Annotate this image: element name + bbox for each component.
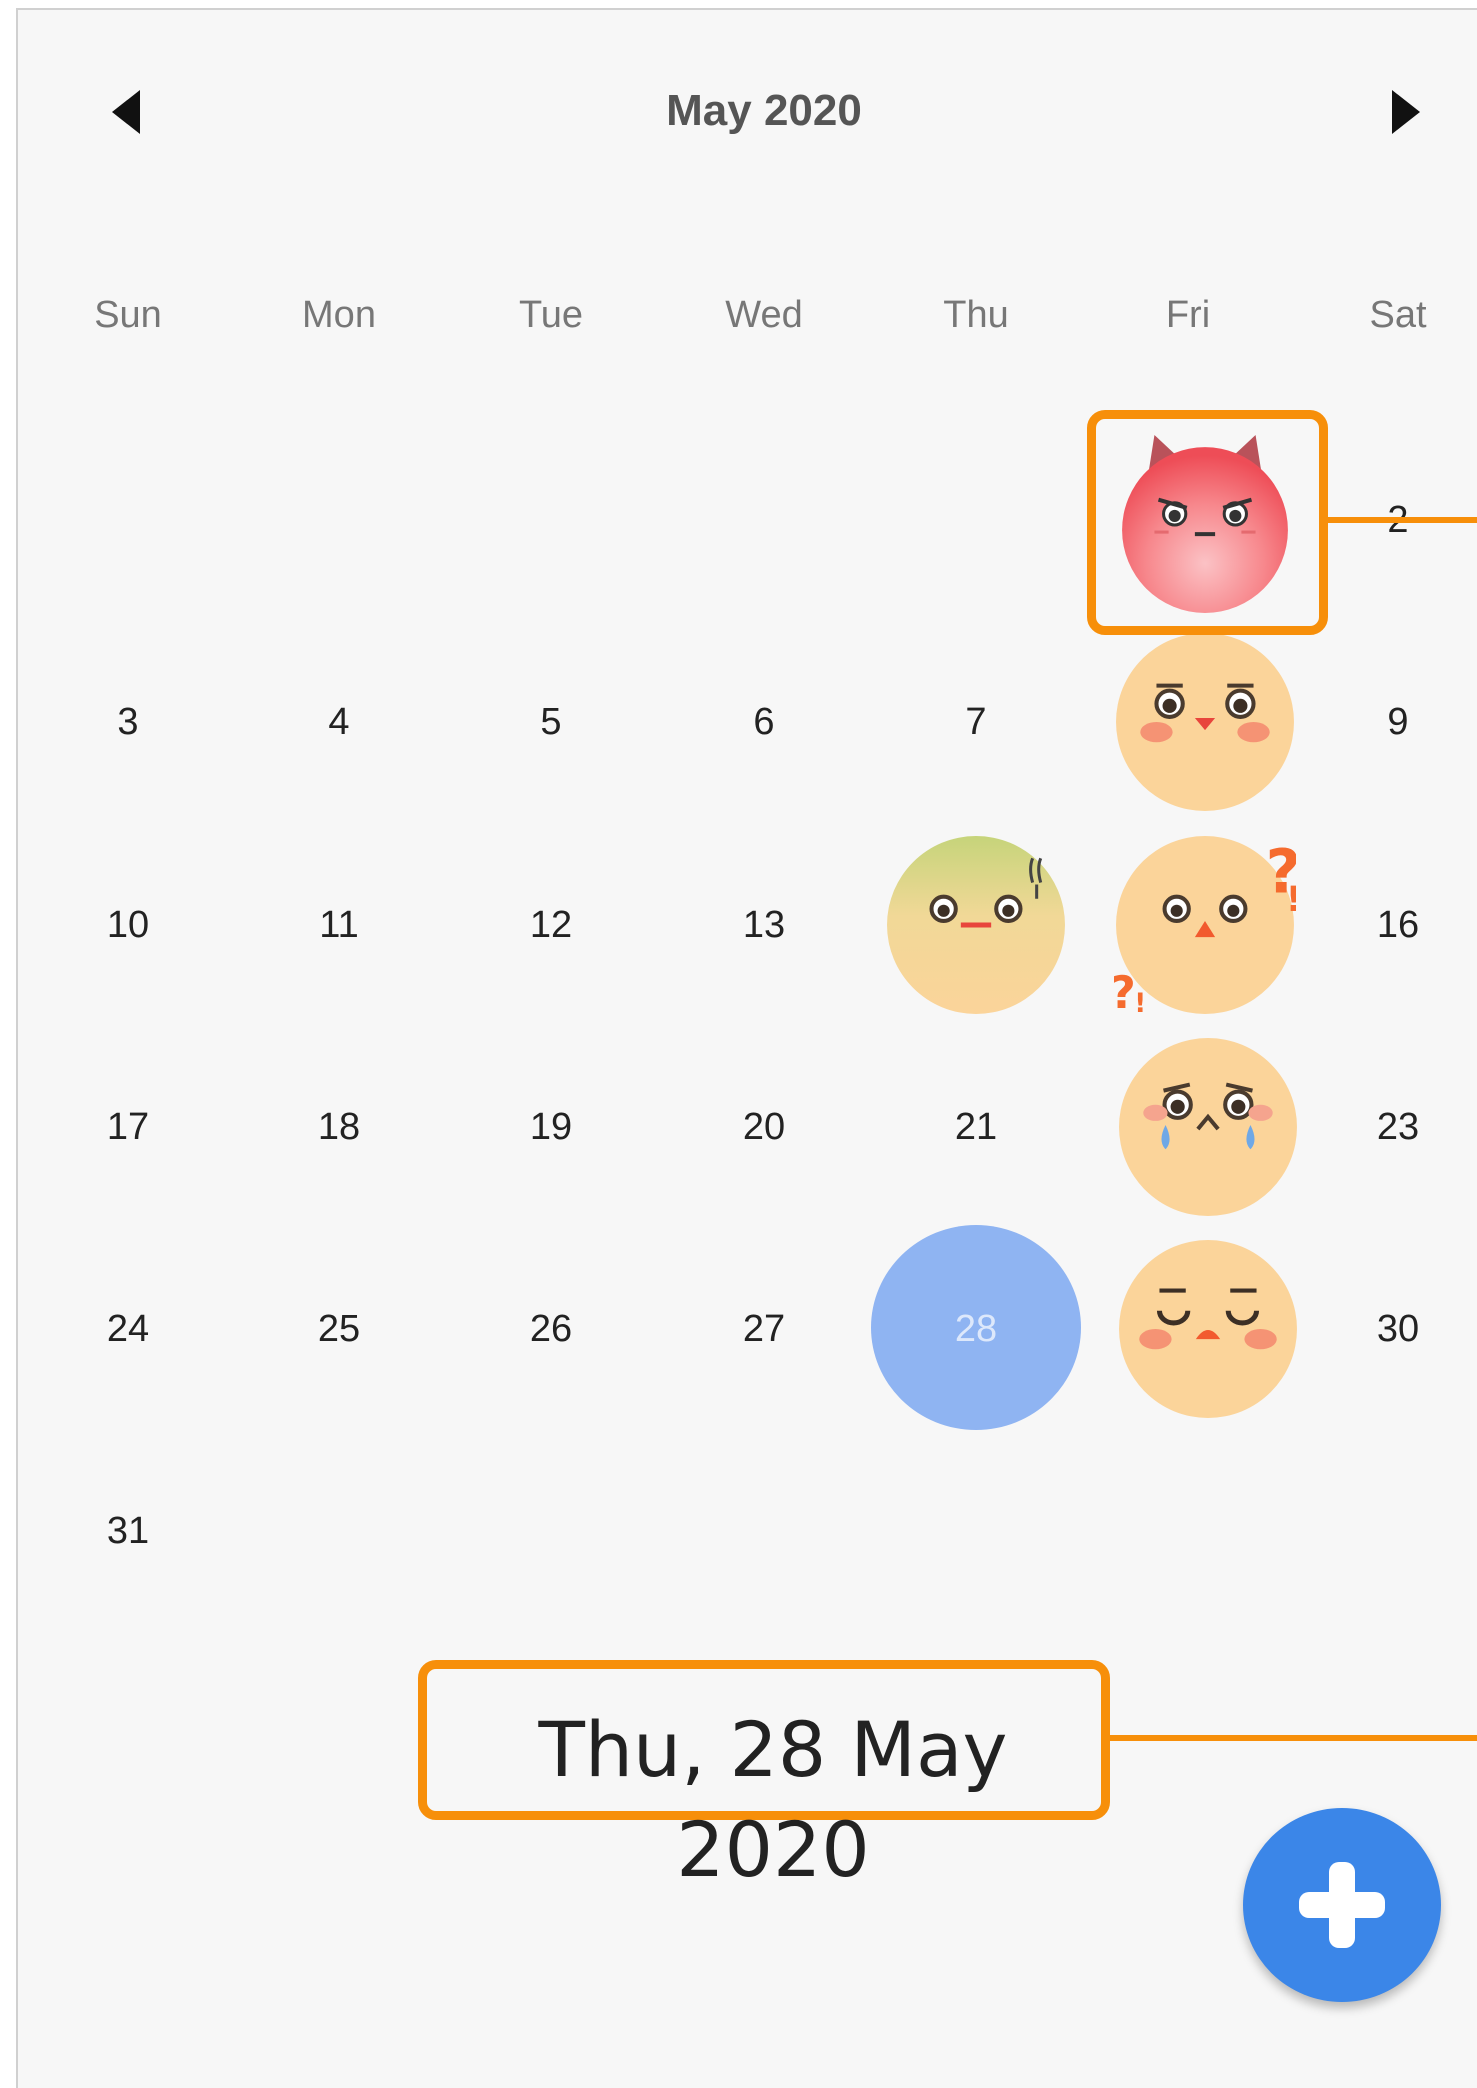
day-20[interactable]: 20 [664, 1097, 864, 1157]
day-13[interactable]: 13 [664, 895, 864, 955]
mood-highlight-box [1087, 410, 1328, 635]
day-23[interactable]: 23 [1298, 1097, 1477, 1157]
day-3[interactable]: 3 [28, 692, 228, 752]
day-28-today[interactable]: 28 [876, 1299, 1076, 1359]
day-21[interactable]: 21 [876, 1097, 1076, 1157]
date-highlight-connector [1110, 1735, 1477, 1741]
weekday-mon: Mon [302, 294, 376, 336]
day-12[interactable]: 12 [451, 895, 651, 955]
day-7[interactable]: 7 [876, 692, 1076, 752]
weekday-fri: Fri [1165, 294, 1211, 336]
weekday-wed: Wed [725, 294, 803, 336]
day-6[interactable]: 6 [664, 692, 864, 752]
svg-text:!: ! [1134, 989, 1146, 1016]
day-18[interactable]: 18 [239, 1097, 439, 1157]
happy-mood-icon[interactable] [1114, 631, 1296, 813]
selected-date-label: Thu, 28 May 2020 [538, 1705, 1008, 1894]
day-19[interactable]: 19 [451, 1097, 651, 1157]
content-mood-icon[interactable] [1117, 1238, 1299, 1420]
day-10[interactable]: 10 [28, 895, 228, 955]
sick-mood-icon[interactable] [885, 834, 1067, 1016]
day-27[interactable]: 27 [664, 1299, 864, 1359]
day-11[interactable]: 11 [239, 895, 439, 955]
mood-highlight-connector [1328, 517, 1477, 523]
month-title: May 2020 [666, 86, 862, 135]
day-25[interactable]: 25 [239, 1299, 439, 1359]
day-4[interactable]: 4 [239, 692, 439, 752]
weekday-sun: Sun [94, 294, 162, 336]
day-24[interactable]: 24 [28, 1299, 228, 1359]
svg-text:?: ? [1114, 968, 1136, 1016]
day-31[interactable]: 31 [28, 1501, 228, 1561]
day-5[interactable]: 5 [451, 692, 651, 752]
weekday-sat: Sat [1369, 294, 1427, 336]
day-30[interactable]: 30 [1298, 1299, 1477, 1359]
crying-mood-icon[interactable] [1117, 1036, 1299, 1218]
confused-mood-icon[interactable]: ? ! ? ! [1114, 834, 1296, 1016]
weekday-thu: Thu [943, 294, 1009, 336]
weekday-tue: Tue [518, 294, 584, 336]
day-9[interactable]: 9 [1298, 692, 1477, 752]
next-month-icon[interactable] [1392, 90, 1420, 134]
add-entry-button[interactable] [1243, 1808, 1441, 2002]
day-17[interactable]: 17 [28, 1097, 228, 1157]
day-16[interactable]: 16 [1298, 895, 1477, 955]
svg-text:!: ! [1286, 880, 1296, 920]
day-26[interactable]: 26 [451, 1299, 651, 1359]
